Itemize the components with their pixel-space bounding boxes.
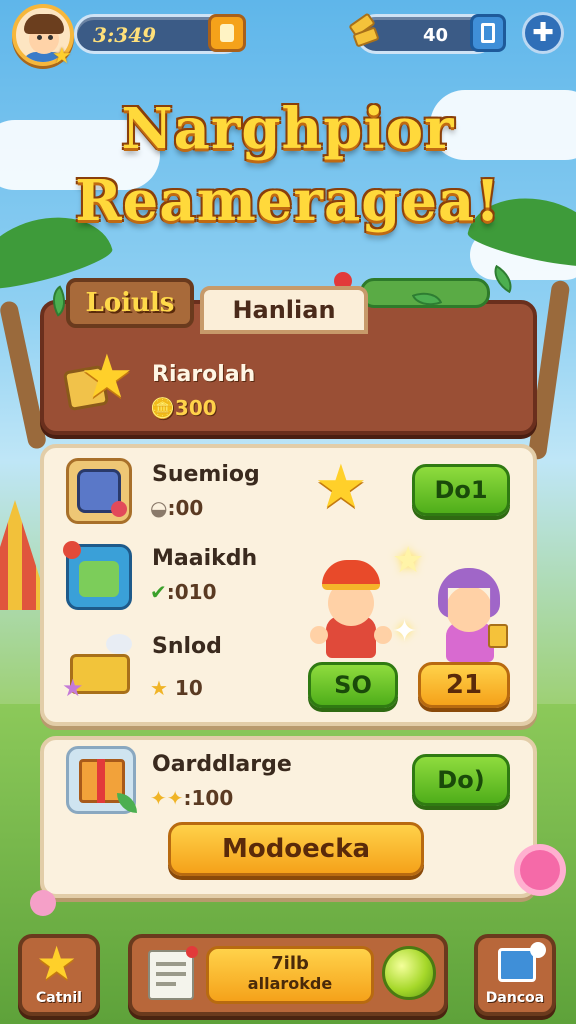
select-character-right-button[interactable]: 21: [418, 662, 510, 708]
item-icon: [66, 458, 132, 524]
featured-item-price: 🪙300: [150, 396, 217, 420]
flower-icon: [111, 501, 127, 517]
checkmark-icon: ✔: [150, 580, 167, 604]
sparkle-icon: ✦: [392, 614, 418, 649]
cloud-icon: [106, 634, 132, 654]
level-star-icon: ★: [52, 44, 72, 69]
game-title-line1: Narghpior: [121, 96, 455, 162]
character-boy: [308, 556, 394, 666]
character-girl: [428, 564, 518, 668]
gem-count: 40: [423, 25, 449, 46]
bottom-left-label: Catnil: [36, 990, 82, 1006]
drink-icon: [488, 624, 508, 648]
green-orb-icon[interactable]: [382, 946, 436, 1000]
tab-lotus[interactable]: Loiuls: [66, 278, 194, 328]
menu-button[interactable]: ✚: [522, 12, 564, 54]
exit-door-button[interactable]: [470, 14, 506, 52]
sparkle-icon: ★: [392, 540, 425, 581]
buy-button[interactable]: Do1: [412, 464, 510, 516]
select-character-left-button[interactable]: SO: [308, 662, 398, 708]
bottom-right-label: Dancoa: [485, 990, 545, 1006]
game-title-line2: Reameragea!: [75, 168, 501, 234]
star-icon: ★: [314, 452, 368, 522]
offer-buy-button[interactable]: Do): [412, 754, 510, 806]
item-name: Maaikdh: [152, 546, 258, 571]
star-icon: ★: [150, 676, 168, 700]
center-line2: allarokde: [247, 974, 333, 993]
offer-name: Oarddlarge: [152, 752, 292, 777]
item-price: ◒:00: [150, 496, 204, 520]
bottom-right-button[interactable]: Dancoa: [474, 934, 556, 1016]
flower-decoration: [30, 890, 56, 916]
gold-bars-icon: [346, 10, 384, 52]
box-icon: [79, 561, 119, 597]
star-icon: ★: [36, 936, 78, 990]
item-icon: ★: [62, 634, 136, 704]
document-icon: [148, 946, 198, 1000]
center-line1: 7ilb: [271, 953, 309, 974]
flower-decoration: [520, 850, 560, 890]
badge-icon: [530, 942, 546, 958]
cup-icon: [220, 24, 234, 42]
bottom-left-button[interactable]: ★ Catnil: [18, 934, 100, 1016]
door-icon: [481, 23, 495, 43]
coin-icon: 🪙: [150, 396, 175, 420]
item-name: Suemiog: [152, 462, 260, 487]
item-icon: [63, 541, 132, 610]
bag-icon: ◒: [150, 496, 168, 520]
item-price: ✔:010: [150, 580, 217, 604]
leaf-icon: [117, 793, 137, 813]
item-name: Snlod: [152, 634, 222, 659]
star-trophy-icon: ★: [62, 342, 136, 414]
item-icon: [66, 746, 137, 814]
bottom-center-panel[interactable]: 7ilb allarokde: [128, 934, 448, 1016]
add-coins-button[interactable]: [208, 14, 246, 52]
featured-item-name: Riarolah: [152, 362, 256, 387]
star-icon: ★: [62, 674, 84, 702]
offer-price: ✦✦:100: [150, 786, 234, 810]
tab-hanian[interactable]: Hanlian: [200, 286, 368, 334]
plus-icon: ✚: [532, 18, 554, 48]
item-price: ★ 10: [150, 676, 203, 700]
big-action-button[interactable]: Modoecka: [168, 822, 424, 876]
coins-icon: ✦✦: [150, 786, 184, 810]
center-action-button[interactable]: 7ilb allarokde: [206, 946, 374, 1004]
flower-icon: [63, 541, 81, 559]
coin-count: 3:349: [93, 23, 157, 47]
